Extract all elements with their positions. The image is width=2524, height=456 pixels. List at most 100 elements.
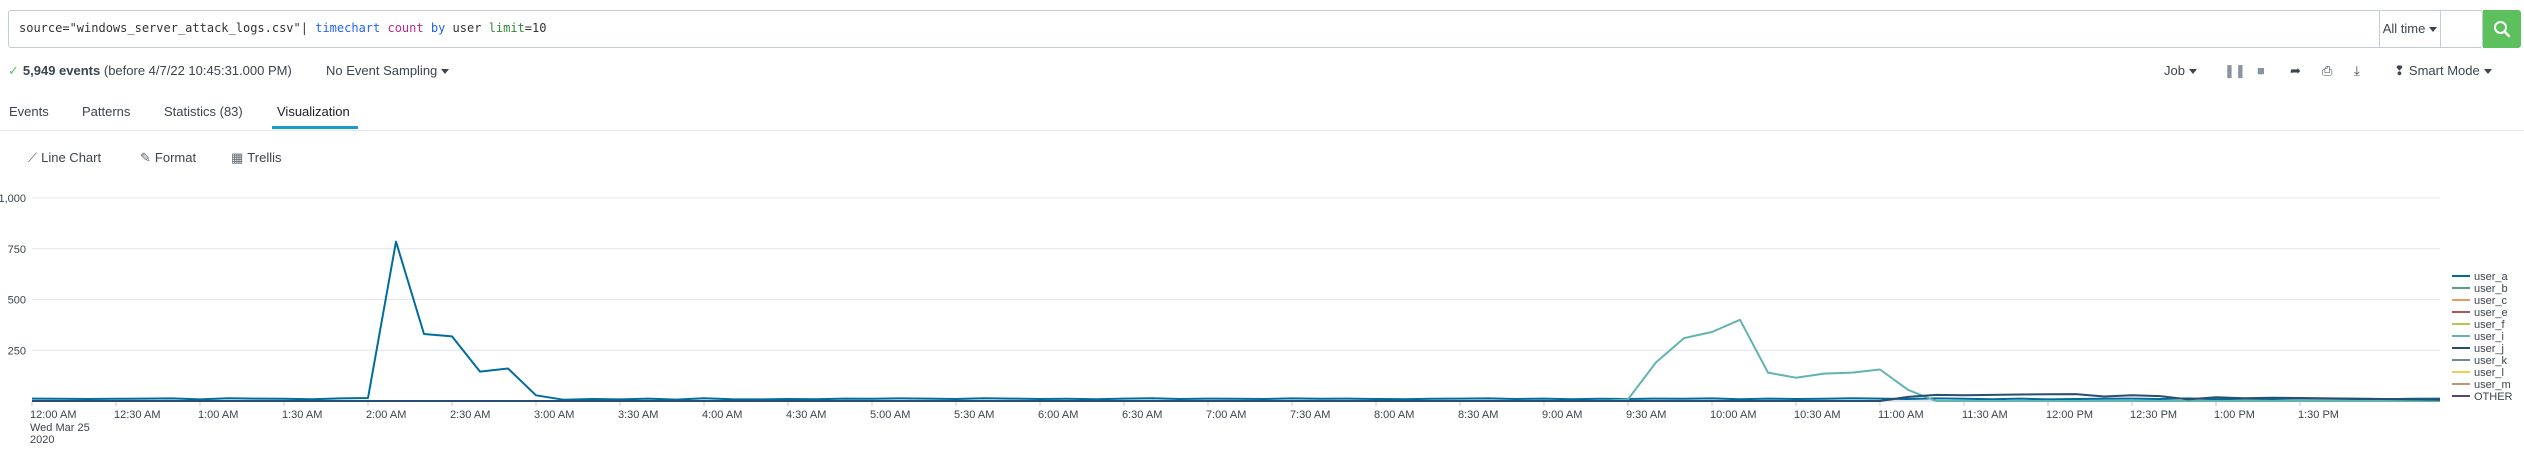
- x-tick-label: 4:30 AM: [786, 409, 826, 421]
- search-icon: [2494, 21, 2511, 38]
- x-tick-label: 10:30 AM: [1794, 409, 1840, 421]
- tab-patterns[interactable]: Patterns: [82, 104, 130, 119]
- query-by: by: [430, 21, 446, 35]
- chart-legend: user_auser_buser_cuser_euser_fuser_iuser…: [2452, 271, 2513, 403]
- x-tick-label: 4:00 AM: [702, 409, 742, 421]
- legend-label: user_e: [2474, 307, 2508, 319]
- grid-icon: ▦: [231, 150, 244, 165]
- x-tick-label: 11:30 AM: [1962, 409, 2008, 421]
- x-tick-label: 11:00 AM: [1878, 409, 1924, 421]
- job-label: Job: [2164, 63, 2185, 78]
- active-tab-indicator: [272, 126, 358, 129]
- x-tick-label: 6:30 AM: [1122, 409, 1162, 421]
- x-tick-label: 7:30 AM: [1290, 409, 1330, 421]
- search-bar[interactable]: source="windows_server_attack_logs.csv"|…: [8, 10, 2483, 48]
- legend-label: user_a: [2474, 271, 2509, 283]
- pause-icon[interactable]: ❚❚: [2224, 63, 2246, 79]
- trellis-button[interactable]: ▦ Trellis: [231, 150, 281, 166]
- legend-label: user_k: [2474, 355, 2508, 367]
- search-mode-dropdown[interactable]: ❢ Smart Mode: [2394, 63, 2492, 79]
- chart-type-button[interactable]: ⟋ Line Chart: [28, 150, 101, 166]
- x-date-label: 2020: [30, 434, 54, 446]
- event-count-label: 5,949 events: [22, 63, 101, 78]
- chart-lines: [31, 240, 2441, 402]
- x-tick-label: 8:00 AM: [1374, 409, 1414, 421]
- y-axis: 1,000 750 500 250: [0, 193, 26, 357]
- x-tick-label: 1:30 PM: [2298, 409, 2339, 421]
- x-tick-label: 5:00 AM: [870, 409, 910, 421]
- legend-label: user_l: [2474, 367, 2504, 379]
- sampling-label: No Event Sampling: [326, 63, 438, 78]
- event-time-bound: (before 4/7/22 10:45:31.000 PM): [103, 63, 292, 78]
- x-tick-label: 10:00 AM: [1710, 409, 1756, 421]
- legend-label: user_f: [2474, 319, 2506, 331]
- series-line-user_i: [32, 318, 2440, 402]
- pencil-icon: ✎: [140, 150, 151, 165]
- x-tick-label: 1:30 AM: [282, 409, 322, 421]
- sampling-dropdown[interactable]: No Event Sampling: [326, 63, 450, 78]
- line-chart-icon: ⟋: [28, 150, 38, 165]
- query-command: timechart: [315, 21, 381, 35]
- export-icon[interactable]: ⤓: [2354, 63, 2360, 79]
- series-line-user_a: [31, 240, 2441, 401]
- search-button[interactable]: [2483, 10, 2521, 48]
- tab-statistics[interactable]: Statistics (83): [164, 104, 243, 119]
- y-tick-label: 750: [8, 244, 26, 256]
- legend-label: user_i: [2474, 331, 2504, 343]
- time-range-picker[interactable]: All time: [2379, 10, 2441, 48]
- x-tick-label: 2:30 AM: [450, 409, 490, 421]
- chevron-down-icon: [2429, 27, 2438, 33]
- format-button[interactable]: ✎ Format: [140, 150, 196, 166]
- results-tabs: Events Patterns Statistics (83) Visualiz…: [0, 92, 2524, 131]
- query-source: source="windows_server_attack_logs.csv"|: [19, 21, 316, 35]
- legend-label: user_b: [2474, 283, 2508, 295]
- y-tick-label: 500: [8, 295, 26, 307]
- chevron-down-icon: [2483, 69, 2492, 75]
- x-date-label: Wed Mar 25: [30, 422, 90, 434]
- legend-label: OTHER: [2474, 391, 2513, 403]
- x-tick-label: 12:00 PM: [2046, 409, 2093, 421]
- tab-events[interactable]: Events: [9, 104, 49, 119]
- event-count: ✓ 5,949 events (before 4/7/22 10:45:31.00…: [8, 63, 292, 79]
- search-query-input[interactable]: source="windows_server_attack_logs.csv"|…: [19, 21, 546, 35]
- check-icon: ✓: [8, 63, 19, 78]
- share-icon[interactable]: ➦: [2290, 63, 2301, 79]
- tab-visualization[interactable]: Visualization: [277, 104, 350, 119]
- bulb-icon: ❢: [2394, 63, 2405, 78]
- y-tick-label: 250: [8, 345, 26, 357]
- print-icon[interactable]: ⎙: [2322, 63, 2332, 79]
- trellis-label: Trellis: [247, 150, 282, 165]
- x-tick-label: 12:30 AM: [114, 409, 160, 421]
- legend-label: user_j: [2474, 343, 2504, 355]
- x-tick-label: 1:00 PM: [2214, 409, 2255, 421]
- query-function: count: [387, 21, 424, 35]
- x-tick-label: 3:30 AM: [618, 409, 658, 421]
- x-tick-label: 12:00 AM: [30, 409, 76, 421]
- x-tick-label: 2:00 AM: [366, 409, 406, 421]
- x-tick-label: 12:30 PM: [2130, 409, 2177, 421]
- x-tick-label: 5:30 AM: [954, 409, 994, 421]
- search-mode-label: Smart Mode: [2408, 63, 2480, 78]
- chevron-down-icon: [441, 69, 450, 75]
- x-tick-label: 3:00 AM: [534, 409, 574, 421]
- y-tick-label: 1,000: [0, 193, 26, 205]
- x-tick-label: 7:00 AM: [1206, 409, 1246, 421]
- chevron-down-icon: [2188, 69, 2197, 75]
- timechart: 1,000 750 500 250 12:00 AM 12:30 AM 1:00 AM 1:…: [0, 193, 2513, 446]
- time-range-label: All time: [2382, 21, 2426, 36]
- stop-icon[interactable]: ■: [2257, 63, 2265, 78]
- query-space: [424, 21, 431, 35]
- x-tick-label: 9:00 AM: [1542, 409, 1582, 421]
- x-axis: 12:00 AM 12:30 AM 1:00 AM 1:30 AM 2:00 AM 2:3…: [30, 401, 2339, 446]
- query-arg: limit: [488, 21, 525, 35]
- query-arg-value: =10: [524, 21, 547, 35]
- x-tick-label: 9:30 AM: [1626, 409, 1666, 421]
- job-dropdown[interactable]: Job: [2164, 63, 2197, 78]
- x-tick-label: 1:00 AM: [198, 409, 238, 421]
- legend-label: user_m: [2474, 379, 2511, 391]
- x-tick-label: 8:30 AM: [1458, 409, 1498, 421]
- query-field: user: [445, 21, 489, 35]
- legend-label: user_c: [2474, 295, 2508, 307]
- x-tick-label: 6:00 AM: [1038, 409, 1078, 421]
- chart-grid: [32, 197, 2440, 402]
